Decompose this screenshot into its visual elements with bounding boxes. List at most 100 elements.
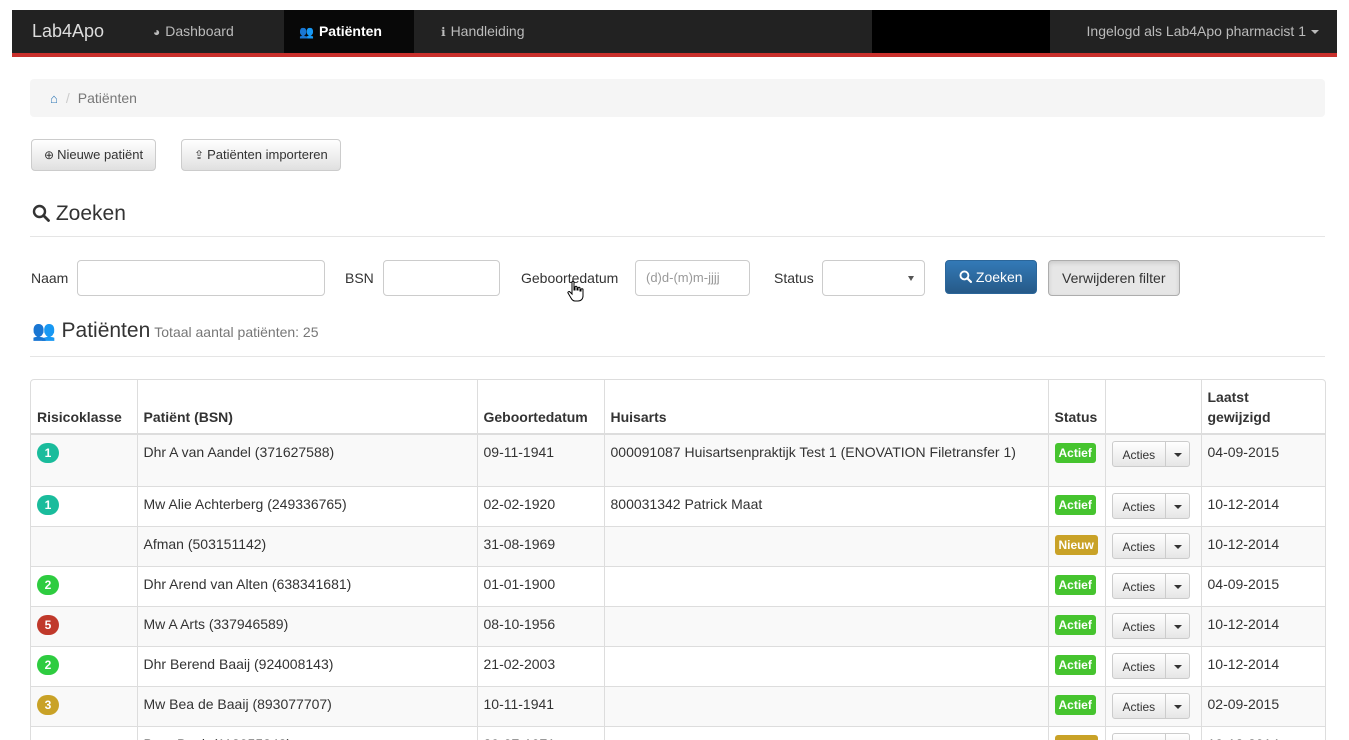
status-badge: Actief bbox=[1054, 694, 1096, 715]
actions-split-button[interactable]: Acties bbox=[1111, 692, 1191, 719]
actions-dropdown-toggle[interactable] bbox=[1165, 442, 1189, 466]
chevron-down-icon bbox=[908, 276, 914, 281]
name-label: Naam bbox=[31, 270, 69, 286]
dob-input[interactable]: (d)d-(m)m-jjjj bbox=[635, 260, 750, 296]
home-icon[interactable]: ⌂ bbox=[50, 91, 58, 106]
column-header-modified[interactable]: Laatst gewijzigd bbox=[1200, 380, 1325, 435]
table-row[interactable]: 1 Dhr A van Aandel (371627588) 09-11-1941 0… bbox=[31, 433, 1325, 486]
nav-item-dashboard[interactable]: ◕ Dashboard bbox=[138, 10, 249, 53]
cell-gp bbox=[603, 685, 1048, 726]
column-header-gp[interactable]: Huisarts bbox=[603, 380, 1048, 435]
table-row[interactable]: Boer Baak (118055343)29-07-1971 Nieuw Acti… bbox=[31, 725, 1325, 740]
cell-modified: 04-09-2015 bbox=[1200, 565, 1325, 606]
column-header-actions bbox=[1104, 380, 1201, 435]
cell-status: Actief bbox=[1047, 485, 1105, 526]
caret-down-icon bbox=[1311, 30, 1319, 35]
column-header-status[interactable]: Status bbox=[1047, 380, 1105, 435]
table-row[interactable]: 1 Mw Alie Achterberg (249336765) 02-02-192… bbox=[31, 485, 1325, 526]
breadcrumb-separator: / bbox=[65, 90, 70, 106]
clear-filter-button[interactable]: Verwijderen filter bbox=[1048, 260, 1180, 296]
cell-gp bbox=[603, 565, 1048, 606]
cell-risk: 2 bbox=[31, 645, 137, 686]
cell-patient[interactable]: Mw Alie Achterberg (249336765) bbox=[136, 485, 477, 526]
column-header-risk[interactable]: Risicoklasse bbox=[31, 380, 137, 435]
cell-risk bbox=[31, 725, 137, 740]
risk-badge: 1 bbox=[37, 443, 59, 463]
cell-gp bbox=[603, 645, 1048, 686]
new-patient-button[interactable]: ⊕ Nieuwe patiënt bbox=[31, 139, 157, 171]
actions-split-button[interactable]: Acties bbox=[1111, 732, 1191, 740]
info-icon: ℹ bbox=[441, 25, 446, 39]
bsn-input[interactable] bbox=[383, 260, 500, 296]
status-select[interactable] bbox=[822, 260, 925, 296]
actions-split-button[interactable]: Acties bbox=[1111, 441, 1191, 467]
risk-badge: 1 bbox=[37, 494, 59, 515]
cell-modified: 10-12-2014 bbox=[1200, 525, 1325, 566]
actions-split-button[interactable]: Acties bbox=[1111, 652, 1191, 679]
actions-split-button[interactable]: Acties bbox=[1111, 572, 1191, 599]
table-row[interactable]: 2 Dhr Berend Baaij (924008143) 21-02-2003 A… bbox=[31, 645, 1325, 686]
actions-dropdown-toggle[interactable] bbox=[1165, 653, 1189, 678]
divider bbox=[30, 236, 1325, 237]
actions-button[interactable]: Acties bbox=[1113, 614, 1166, 638]
breadcrumb: ⌂ / Patiënten bbox=[30, 79, 1325, 117]
actions-button[interactable]: Acties bbox=[1113, 494, 1166, 518]
cell-status: Actief bbox=[1047, 605, 1105, 646]
cell-risk: 1 bbox=[31, 485, 137, 526]
actions-dropdown-toggle[interactable] bbox=[1165, 733, 1189, 740]
cell-patient[interactable]: Mw Bea de Baaij (893077707) bbox=[136, 685, 477, 726]
table-row[interactable]: 3 Mw Bea de Baaij (893077707) 10-11-1941 Ac… bbox=[31, 685, 1325, 726]
plus-circle-icon: ⊕ bbox=[44, 148, 55, 162]
column-header-patient[interactable]: Patiënt (BSN) bbox=[136, 380, 477, 435]
search-icon bbox=[32, 204, 50, 222]
brand-logo[interactable]: Lab4Apo bbox=[32, 10, 104, 53]
cell-patient[interactable]: Mw A Arts (337946589) bbox=[136, 605, 477, 646]
nav-item-handleiding[interactable]: ℹ Handleiding bbox=[426, 10, 540, 53]
search-button[interactable]: Zoeken bbox=[945, 260, 1037, 294]
actions-dropdown-toggle[interactable] bbox=[1165, 493, 1189, 518]
user-menu[interactable]: Ingelogd als Lab4Apo pharmacist 1 bbox=[1087, 10, 1319, 53]
risk-badge: 2 bbox=[37, 574, 59, 595]
actions-dropdown-toggle[interactable] bbox=[1165, 573, 1189, 598]
cell-patient[interactable]: Boer Baak (118055343) bbox=[136, 725, 477, 740]
actions-button[interactable]: Acties bbox=[1113, 442, 1166, 466]
status-badge: Actief bbox=[1054, 654, 1096, 675]
bsn-label: BSN bbox=[345, 270, 374, 286]
column-header-dob[interactable]: Geboortedatum bbox=[476, 380, 604, 435]
cell-actions: Acties bbox=[1104, 433, 1201, 486]
actions-button[interactable]: Acties bbox=[1113, 694, 1166, 718]
new-patient-label: Nieuwe patiënt bbox=[57, 147, 144, 162]
actions-split-button[interactable]: Acties bbox=[1111, 612, 1191, 639]
status-badge: Nieuw bbox=[1054, 734, 1098, 740]
cell-dob: 31-08-1969 bbox=[476, 525, 604, 566]
actions-dropdown-toggle[interactable] bbox=[1165, 613, 1189, 638]
actions-split-button[interactable]: Acties bbox=[1111, 532, 1191, 559]
table-row[interactable]: 2 Dhr Arend van Alten (638341681) 01-01-19… bbox=[31, 565, 1325, 606]
cell-patient[interactable]: Dhr Arend van Alten (638341681) bbox=[136, 565, 477, 606]
name-input[interactable] bbox=[77, 260, 325, 296]
cell-patient[interactable]: Dhr A van Aandel (371627588) bbox=[136, 433, 477, 486]
cell-patient[interactable]: Dhr Berend Baaij (924008143) bbox=[136, 645, 477, 686]
actions-button[interactable]: Acties bbox=[1113, 534, 1166, 558]
actions-button[interactable]: Acties bbox=[1113, 734, 1166, 740]
cell-dob: 08-10-1956 bbox=[476, 605, 604, 646]
table-row[interactable]: Afman (503151142) 31-08-1969 Nieuw Acties 10… bbox=[31, 525, 1325, 566]
caret-down-icon bbox=[1174, 664, 1183, 669]
cell-dob: 02-02-1920 bbox=[476, 485, 604, 526]
nav-item-patienten[interactable]: 👥 Patiënten bbox=[284, 10, 414, 53]
actions-dropdown-toggle[interactable] bbox=[1165, 693, 1189, 718]
import-patients-button[interactable]: ⇪ Patiënten importeren bbox=[181, 139, 341, 171]
actions-dropdown-toggle[interactable] bbox=[1165, 533, 1189, 558]
actions-split-button[interactable]: Acties bbox=[1111, 492, 1191, 519]
cell-patient[interactable]: Afman (503151142) bbox=[136, 525, 477, 566]
table-header-row: Risicoklasse Patiënt (BSN) Geboortedatum… bbox=[31, 380, 1325, 435]
actions-button[interactable]: Acties bbox=[1113, 654, 1166, 678]
patients-heading-label: Patiënten bbox=[61, 319, 151, 342]
status-badge: Nieuw bbox=[1054, 534, 1098, 555]
actions-button[interactable]: Acties bbox=[1113, 574, 1166, 598]
table-row[interactable]: 5 Mw A Arts (337946589) 08-10-1956 Actief Ac… bbox=[31, 605, 1325, 646]
nav-item-label: Patiënten bbox=[318, 23, 382, 39]
nav-item-label: Dashboard bbox=[165, 23, 234, 39]
import-patients-label: Patiënten importeren bbox=[207, 147, 328, 162]
cell-status: Actief bbox=[1047, 565, 1105, 606]
